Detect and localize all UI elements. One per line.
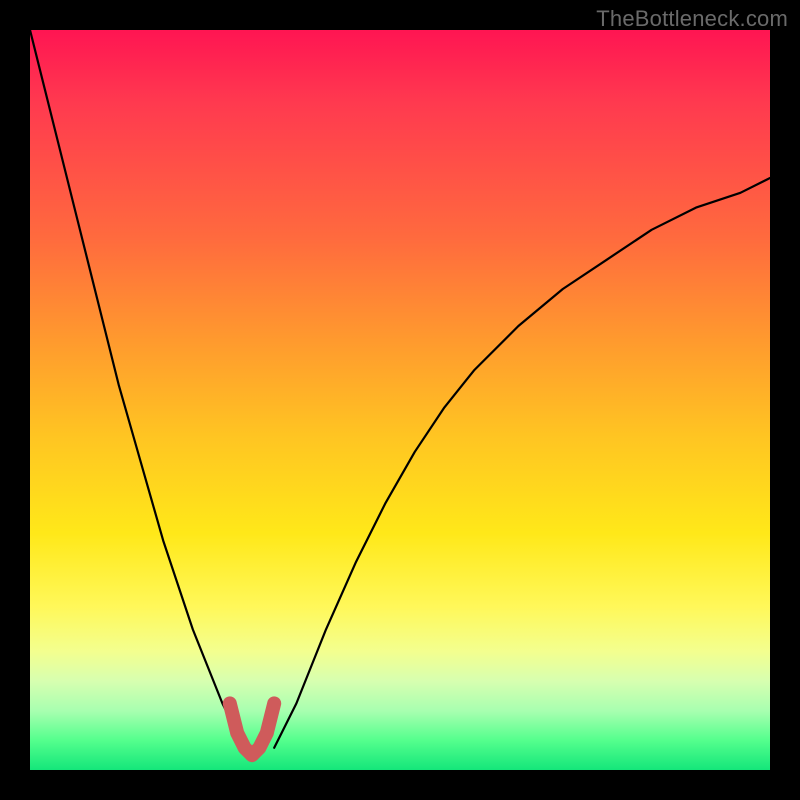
curve-valley-highlight xyxy=(230,703,274,755)
chart-svg xyxy=(30,30,770,770)
chart-plot-area xyxy=(30,30,770,770)
watermark-text: TheBottleneck.com xyxy=(596,6,788,32)
curve-left xyxy=(30,30,245,748)
chart-frame: TheBottleneck.com xyxy=(0,0,800,800)
curve-right xyxy=(274,178,770,748)
curve-group xyxy=(30,30,770,755)
